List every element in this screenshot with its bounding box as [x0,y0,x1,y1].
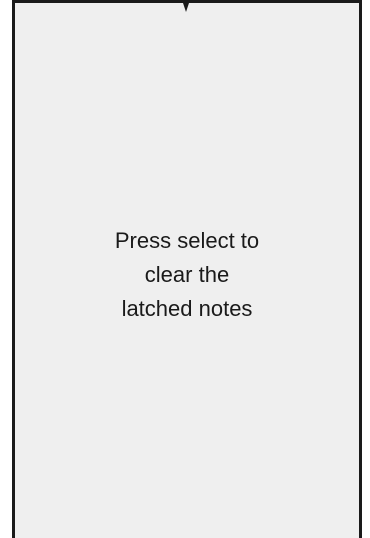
message-line-1: Press select to [114,228,260,253]
message-line-2: clear the [144,262,230,287]
message-line-3: latched notes [121,296,253,321]
down-pointer-icon [182,0,190,12]
instruction-message: Press select to clear the latched notes [12,224,362,326]
